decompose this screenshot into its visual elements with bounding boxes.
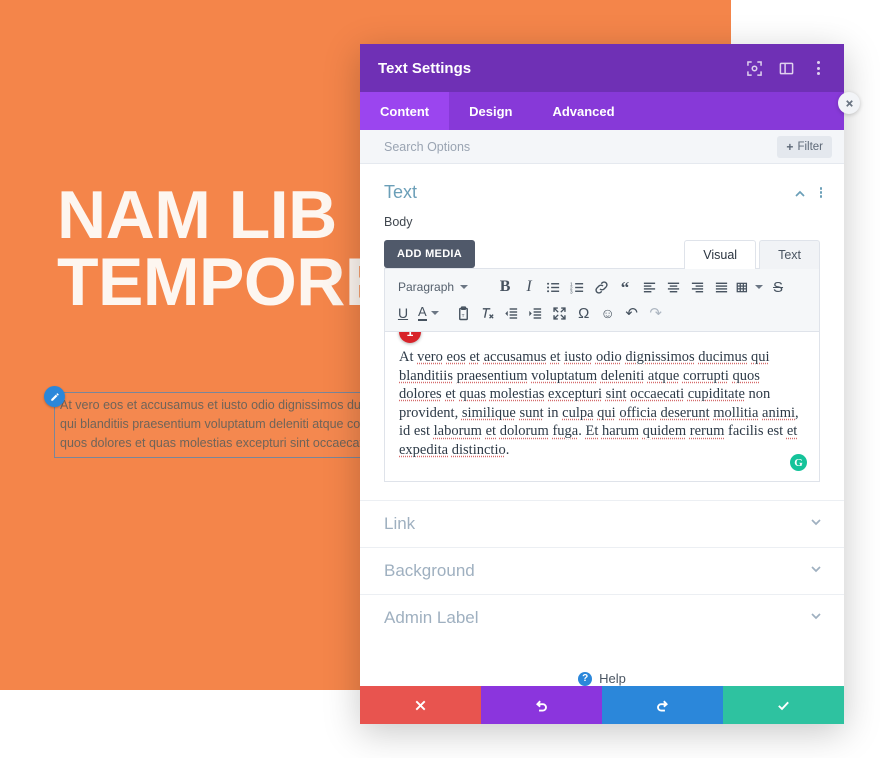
align-right-icon[interactable] [685, 274, 709, 300]
toggle-admin-label[interactable]: Admin Label [360, 594, 844, 641]
clear-formatting-icon[interactable] [476, 300, 500, 326]
tab-text[interactable]: Text [759, 240, 820, 269]
editor-body-text[interactable]: At vero eos et accusamus et iusto odio d… [399, 348, 805, 460]
align-center-icon[interactable] [661, 274, 685, 300]
grammarly-icon[interactable]: G [790, 454, 807, 471]
plus-icon: + [786, 139, 794, 154]
body-field-label: Body [384, 215, 413, 229]
blockquote-icon[interactable]: “ [613, 274, 637, 300]
modal-body: Text Body ADD MEDIA Visual Text Paragrap… [360, 164, 844, 686]
modal-footer [360, 686, 844, 724]
selected-module-text: At vero eos et accusamus et iusto odio d… [60, 398, 394, 450]
fullscreen-editor-icon[interactable] [548, 300, 572, 326]
modal-tabs: Content Design Advanced [360, 92, 844, 130]
redo-button[interactable] [602, 686, 723, 724]
cancel-button[interactable] [360, 686, 481, 724]
bold-icon[interactable]: B [493, 274, 517, 300]
editor-mode-tabs: Visual Text [684, 239, 820, 269]
text-color-icon[interactable]: A [415, 300, 442, 326]
screen: NAM LIB TEMPORE At vero eos et accusamus… [0, 0, 880, 758]
link-icon[interactable] [589, 274, 613, 300]
chevron-down-icon [755, 285, 764, 289]
chevron-down-icon[interactable] [810, 515, 822, 533]
special-character-icon[interactable]: Ω [572, 300, 596, 326]
editor-content-area[interactable]: 1 At vero eos et accusamus et iusto odio… [384, 332, 820, 482]
panel-layout-icon[interactable] [778, 60, 794, 76]
align-left-icon[interactable] [637, 274, 661, 300]
tab-advanced[interactable]: Advanced [532, 92, 634, 130]
more-options-icon[interactable] [819, 186, 822, 200]
save-button[interactable] [723, 686, 844, 724]
collapsed-sections: Link Background Admin Label [360, 500, 844, 641]
help-icon: ? [578, 671, 593, 686]
bulleted-list-icon[interactable] [541, 274, 565, 300]
chevron-down-icon [430, 311, 439, 315]
toggle-link[interactable]: Link [360, 500, 844, 547]
align-justify-icon[interactable] [709, 274, 733, 300]
decrease-indent-icon[interactable] [500, 300, 524, 326]
fullscreen-icon[interactable] [746, 60, 762, 76]
toggle-background[interactable]: Background [360, 547, 844, 594]
add-media-button[interactable]: ADD MEDIA [384, 240, 476, 268]
filter-button[interactable]: + Filter [777, 135, 832, 158]
wp-editor: ADD MEDIA Visual Text Paragraph B I 1 2 … [384, 239, 820, 482]
chevron-down-icon [460, 285, 469, 289]
chevron-down-icon[interactable] [810, 609, 822, 627]
paste-as-text-icon[interactable]: T [452, 300, 476, 326]
editor-top-bar: ADD MEDIA Visual Text [384, 239, 820, 269]
text-settings-modal: Text Settings Content Design Advanced Se… [360, 44, 844, 724]
undo-icon[interactable]: ↶ [620, 300, 644, 326]
text-section-header[interactable]: Text [360, 164, 844, 209]
tab-visual[interactable]: Visual [684, 240, 757, 269]
help-label: Help [599, 671, 626, 686]
toolbar-row-1: Paragraph B I 123 “ S [391, 274, 813, 300]
tab-content[interactable]: Content [360, 92, 450, 130]
editor-toolbar: Paragraph B I 123 “ S U A T Ω ☺ ↶ ↷ [384, 268, 820, 332]
svg-text:3: 3 [570, 289, 573, 294]
section-title: Text [384, 182, 418, 202]
modal-title: Text Settings [378, 59, 472, 77]
numbered-list-icon[interactable]: 123 [565, 274, 589, 300]
undo-button[interactable] [481, 686, 602, 724]
italic-icon[interactable]: I [517, 274, 541, 300]
modal-header: Text Settings [360, 44, 844, 92]
step-badge: 1 [399, 332, 421, 343]
svg-text:T: T [462, 312, 465, 317]
more-options-icon[interactable] [810, 60, 826, 76]
increase-indent-icon[interactable] [524, 300, 548, 326]
modal-header-actions [746, 60, 826, 76]
close-icon[interactable] [838, 92, 860, 114]
search-input[interactable] [384, 139, 778, 154]
table-icon[interactable] [733, 274, 766, 300]
chevron-up-icon[interactable] [794, 187, 806, 199]
underline-icon[interactable]: U [391, 300, 415, 326]
search-options-bar: + Filter [360, 130, 844, 164]
chevron-down-icon[interactable] [810, 562, 822, 580]
redo-icon[interactable]: ↷ [644, 300, 668, 326]
toolbar-row-2: U A T Ω ☺ ↶ ↷ [391, 300, 813, 326]
emoji-icon[interactable]: ☺ [596, 300, 620, 326]
help-link[interactable]: ? Help [360, 671, 844, 686]
filter-button-label: Filter [797, 140, 823, 153]
strikethrough-icon[interactable]: S [766, 274, 790, 300]
paragraph-format-select[interactable]: Paragraph [391, 274, 471, 300]
pencil-icon[interactable] [44, 386, 65, 407]
tab-design[interactable]: Design [449, 92, 532, 130]
